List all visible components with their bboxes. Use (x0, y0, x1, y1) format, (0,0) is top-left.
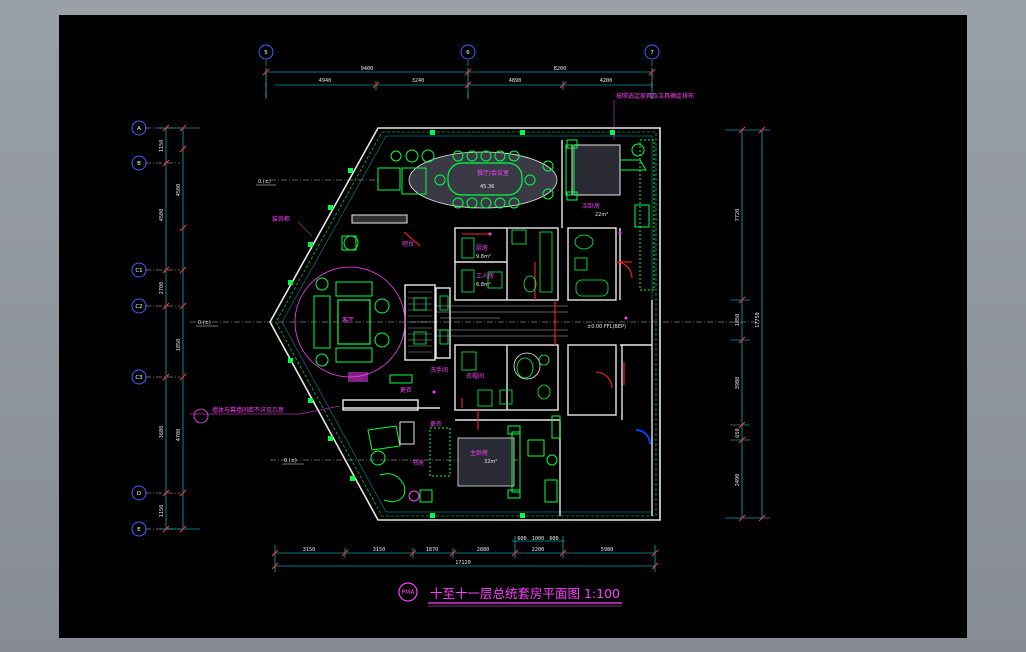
label-bedroom1-area: 22m² (595, 212, 608, 218)
dim-top-total-2: 8200 (554, 66, 567, 72)
label-powder: 洗手间 (430, 366, 448, 374)
dim-bottom-4: 2880 (477, 547, 490, 553)
level-label-3: 0.(±) (284, 458, 297, 464)
dim-left-3: 2700 (159, 282, 165, 295)
dim-top-part-1: 4940 (319, 78, 332, 84)
corridor-lines (436, 305, 568, 337)
dim-left-8: 4500 (176, 184, 182, 197)
bedroom1-furniture (565, 139, 655, 291)
label-dressing: 衣帽间 (466, 372, 484, 380)
entry-door (635, 429, 651, 445)
dim-bottom-1: 3150 (303, 547, 316, 553)
drawing-sheet: 5 6 7 A B C1 C2 C3 D E 9400 8200 4940 32… (59, 15, 967, 638)
grid-label-7: 7 (650, 50, 654, 56)
grid-label-a: A (137, 126, 141, 132)
label-living: 客厅 (342, 316, 354, 324)
label-closet: 更衣 (400, 386, 412, 394)
dim-bottom-5: 2200 (532, 547, 545, 553)
dim-bottom-top-1: 600 (517, 536, 526, 542)
dim-right-2: 1850 (735, 314, 741, 327)
dim-bottom-top-3: 600 (549, 536, 558, 542)
level-label-4: ±0.00 FFL(BEP) (587, 324, 626, 330)
dim-top-part-2: 3240 (412, 78, 425, 84)
title-badge: PMA (402, 589, 416, 596)
dim-right-3: 3980 (735, 377, 741, 390)
label-bar: 吧台 (402, 240, 414, 248)
dining-area (408, 150, 558, 209)
label-bath-note: 按照选定家具及洁具确定排布 (616, 92, 694, 100)
left-dimension-texts: 1150 4500 2700 1850 3680 4700 1150 4500 (159, 140, 182, 518)
dim-bottom-3: 1870 (426, 547, 439, 553)
grid-bubbles-left: A B C1 C2 C3 D E (131, 120, 147, 537)
grid-label-5: 5 (264, 50, 268, 56)
dim-right-5: 2490 (735, 474, 741, 487)
dim-left-5: 3680 (159, 426, 165, 439)
grid-label-d: D (137, 491, 141, 497)
label-left-note: 墙体与幕墙间距不详见示意 (212, 406, 284, 414)
dim-right-total: 17750 (755, 312, 761, 328)
dim-left-1: 1150 (159, 140, 165, 153)
label-dining-area: 45.36 (480, 184, 494, 190)
label-kitchen-area: 9.8m² (476, 254, 491, 260)
label-study: 书房 (412, 459, 424, 467)
label-deco-cabinet: 装饰柜 (272, 215, 290, 223)
dim-bottom-2: 3150 (373, 547, 386, 553)
label-service-area: 6.8m² (476, 282, 491, 288)
label-master: 主卧房 (470, 449, 488, 457)
title-text: 十至十一层总统套房平面图 1:100 (430, 586, 620, 601)
note-bubble (193, 408, 209, 424)
core-fixtures (413, 295, 449, 345)
dim-left-6: 4700 (176, 429, 182, 442)
right-dimension-texts: 7720 1850 3980 650 2490 17750 (735, 209, 761, 487)
dim-top-part-4: 4200 (600, 78, 613, 84)
grid-label-b: B (137, 161, 141, 167)
left-dimension-ticks (162, 124, 187, 533)
bottom-dimension-lines (274, 536, 656, 572)
label-dressing-2: 更衣 (430, 420, 442, 428)
dim-bottom-total: 17120 (455, 560, 471, 566)
right-dimension-lines (725, 129, 770, 519)
dim-right-4: 650 (735, 428, 741, 437)
door-swings (403, 231, 633, 430)
dim-top-total-1: 9400 (361, 66, 374, 72)
label-service: 工人房 (476, 272, 494, 280)
label-bedroom1: 次卧房 (582, 202, 600, 210)
stair-treads (408, 291, 432, 353)
dim-right-1: 7720 (735, 209, 741, 222)
living-room-furniture (294, 266, 413, 384)
grid-label-c3: C3 (135, 375, 143, 381)
label-dining: 餐厅/会议室 (477, 169, 509, 177)
dim-bottom-top-2: 1000 (532, 536, 545, 542)
level-label-2: 0.(±) (198, 320, 211, 326)
label-master-area: 32m² (484, 459, 497, 465)
right-dimension-ticks (738, 126, 766, 522)
grid-label-e: E (137, 527, 141, 533)
dim-bottom-6: 5980 (601, 547, 614, 553)
dim-left-4: 1850 (176, 339, 182, 352)
grid-bubbles-top: 5 6 7 (258, 44, 660, 60)
floor-plan-drawing: 5 6 7 A B C1 C2 C3 D E 9400 8200 4940 32… (131, 44, 770, 607)
label-kitchen: 厨房 (476, 244, 488, 252)
dim-left-2: 4500 (159, 209, 165, 222)
grid-label-6: 6 (466, 50, 470, 56)
dim-left-7: 1150 (159, 505, 165, 518)
level-label-1: 0.(±) (258, 179, 271, 185)
bottom-dimension-texts: 600 1000 600 3150 3150 1870 2880 2200 59… (303, 536, 614, 566)
dim-top-part-3: 4890 (509, 78, 522, 84)
grid-label-c1: C1 (135, 268, 142, 274)
drawing-title: PMA 十至十一层总统套房平面图 1:100 (398, 582, 622, 607)
axis-lines (145, 60, 760, 530)
grid-label-c2: C2 (135, 304, 142, 310)
